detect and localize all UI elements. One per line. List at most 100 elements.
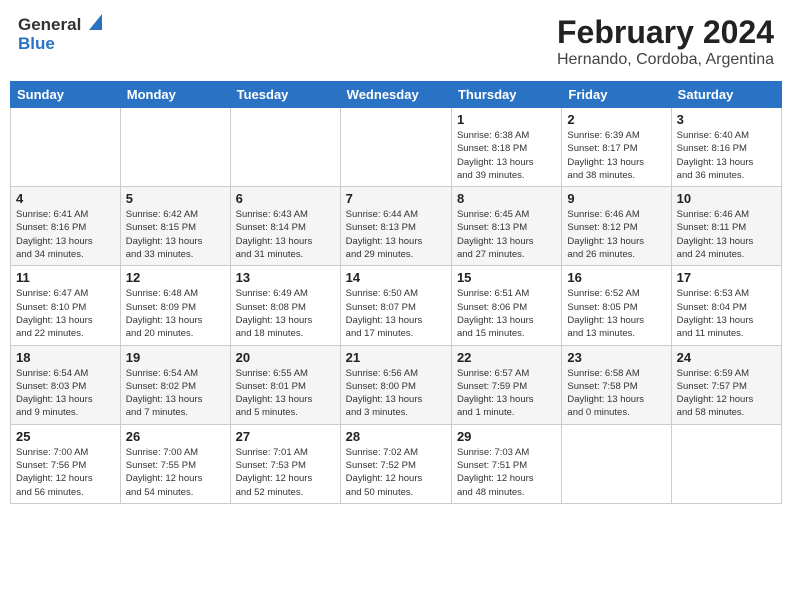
- title-area: February 2024 Hernando, Cordoba, Argenti…: [557, 14, 774, 69]
- day-info: Sunrise: 6:40 AM Sunset: 8:16 PM Dayligh…: [677, 129, 776, 182]
- calendar-cell: [562, 424, 671, 503]
- calendar-cell: 2 Sunrise: 6:39 AM Sunset: 8:17 PM Daylig…: [562, 108, 671, 187]
- calendar-cell: 11Sunrise: 6:47 AM Sunset: 8:10 PM Dayli…: [11, 266, 121, 345]
- day-number: 25: [16, 429, 115, 444]
- day-number: 13: [236, 270, 335, 285]
- day-number: 26: [126, 429, 225, 444]
- calendar-cell: 8Sunrise: 6:45 AM Sunset: 8:13 PM Daylig…: [451, 187, 561, 266]
- day-info: Sunrise: 6:41 AM Sunset: 8:16 PM Dayligh…: [16, 208, 115, 261]
- calendar-cell: 5Sunrise: 6:42 AM Sunset: 8:15 PM Daylig…: [120, 187, 230, 266]
- day-number: 24: [677, 350, 776, 365]
- day-number: 29: [457, 429, 556, 444]
- day-info: Sunrise: 7:00 AM Sunset: 7:56 PM Dayligh…: [16, 446, 115, 499]
- day-info: Sunrise: 6:59 AM Sunset: 7:57 PM Dayligh…: [677, 367, 776, 420]
- day-info: Sunrise: 7:00 AM Sunset: 7:55 PM Dayligh…: [126, 446, 225, 499]
- day-number: 7: [346, 191, 446, 206]
- day-info: Sunrise: 6:50 AM Sunset: 8:07 PM Dayligh…: [346, 287, 446, 340]
- calendar-cell: 14 Sunrise: 6:50 AM Sunset: 8:07 PM Dayli…: [340, 266, 451, 345]
- header-saturday: Saturday: [671, 82, 781, 108]
- day-number: 23: [567, 350, 665, 365]
- day-info: Sunrise: 6:38 AM Sunset: 8:18 PM Dayligh…: [457, 129, 556, 182]
- page-title: February 2024: [557, 14, 774, 51]
- calendar-cell: [11, 108, 121, 187]
- calendar-cell: 15 Sunrise: 6:51 AM Sunset: 8:06 PM Dayli…: [451, 266, 561, 345]
- calendar-table: Sunday Monday Tuesday Wednesday Thursday…: [10, 81, 782, 504]
- day-info: Sunrise: 6:54 AM Sunset: 8:02 PM Dayligh…: [126, 367, 225, 420]
- calendar-cell: 20 Sunrise: 6:55 AM Sunset: 8:01 PM Dayli…: [230, 345, 340, 424]
- day-number: 17: [677, 270, 776, 285]
- calendar-cell: 18Sunrise: 6:54 AM Sunset: 8:03 PM Dayli…: [11, 345, 121, 424]
- day-info: Sunrise: 6:44 AM Sunset: 8:13 PM Dayligh…: [346, 208, 446, 261]
- day-info: Sunrise: 6:56 AM Sunset: 8:00 PM Dayligh…: [346, 367, 446, 420]
- calendar-cell: 19 Sunrise: 6:54 AM Sunset: 8:02 PM Dayli…: [120, 345, 230, 424]
- logo-general: General: [18, 16, 81, 35]
- day-number: 18: [16, 350, 115, 365]
- page-subtitle: Hernando, Cordoba, Argentina: [557, 51, 774, 69]
- page-header: General Blue February 2024 Hernando, Cor…: [10, 10, 782, 73]
- day-number: 6: [236, 191, 335, 206]
- day-info: Sunrise: 6:42 AM Sunset: 8:15 PM Dayligh…: [126, 208, 225, 261]
- header-monday: Monday: [120, 82, 230, 108]
- day-number: 22: [457, 350, 556, 365]
- day-info: Sunrise: 6:39 AM Sunset: 8:17 PM Dayligh…: [567, 129, 665, 182]
- day-number: 14: [346, 270, 446, 285]
- calendar-cell: 26 Sunrise: 7:00 AM Sunset: 7:55 PM Dayli…: [120, 424, 230, 503]
- calendar-cell: 3 Sunrise: 6:40 AM Sunset: 8:16 PM Daylig…: [671, 108, 781, 187]
- header-sunday: Sunday: [11, 82, 121, 108]
- day-number: 9: [567, 191, 665, 206]
- day-info: Sunrise: 7:02 AM Sunset: 7:52 PM Dayligh…: [346, 446, 446, 499]
- day-number: 12: [126, 270, 225, 285]
- calendar-cell: 27Sunrise: 7:01 AM Sunset: 7:53 PM Dayli…: [230, 424, 340, 503]
- header-tuesday: Tuesday: [230, 82, 340, 108]
- calendar-body: 1 Sunrise: 6:38 AM Sunset: 8:18 PM Daylig…: [11, 108, 782, 504]
- day-number: 21: [346, 350, 446, 365]
- calendar-week-4: 18Sunrise: 6:54 AM Sunset: 8:03 PM Dayli…: [11, 345, 782, 424]
- day-number: 15: [457, 270, 556, 285]
- day-number: 1: [457, 112, 556, 127]
- day-number: 19: [126, 350, 225, 365]
- calendar-header: Sunday Monday Tuesday Wednesday Thursday…: [11, 82, 782, 108]
- day-info: Sunrise: 6:43 AM Sunset: 8:14 PM Dayligh…: [236, 208, 335, 261]
- calendar-cell: 17Sunrise: 6:53 AM Sunset: 8:04 PM Dayli…: [671, 266, 781, 345]
- day-number: 3: [677, 112, 776, 127]
- calendar-cell: 7 Sunrise: 6:44 AM Sunset: 8:13 PM Daylig…: [340, 187, 451, 266]
- calendar-cell: [230, 108, 340, 187]
- calendar-cell: 21 Sunrise: 6:56 AM Sunset: 8:00 PM Dayli…: [340, 345, 451, 424]
- logo-blue: Blue: [18, 35, 102, 54]
- header-row: Sunday Monday Tuesday Wednesday Thursday…: [11, 82, 782, 108]
- day-info: Sunrise: 6:46 AM Sunset: 8:11 PM Dayligh…: [677, 208, 776, 261]
- day-info: Sunrise: 6:51 AM Sunset: 8:06 PM Dayligh…: [457, 287, 556, 340]
- calendar-cell: 23 Sunrise: 6:58 AM Sunset: 7:58 PM Dayli…: [562, 345, 671, 424]
- calendar-week-2: 4Sunrise: 6:41 AM Sunset: 8:16 PM Daylig…: [11, 187, 782, 266]
- day-number: 2: [567, 112, 665, 127]
- logo-triangle-icon: [84, 14, 102, 37]
- calendar-cell: 22 Sunrise: 6:57 AM Sunset: 7:59 PM Dayli…: [451, 345, 561, 424]
- calendar-cell: 12 Sunrise: 6:48 AM Sunset: 8:09 PM Dayli…: [120, 266, 230, 345]
- calendar-cell: 13 Sunrise: 6:49 AM Sunset: 8:08 PM Dayli…: [230, 266, 340, 345]
- day-number: 11: [16, 270, 115, 285]
- calendar-week-5: 25 Sunrise: 7:00 AM Sunset: 7:56 PM Dayli…: [11, 424, 782, 503]
- calendar-cell: 28Sunrise: 7:02 AM Sunset: 7:52 PM Dayli…: [340, 424, 451, 503]
- header-friday: Friday: [562, 82, 671, 108]
- calendar-cell: 6 Sunrise: 6:43 AM Sunset: 8:14 PM Daylig…: [230, 187, 340, 266]
- day-number: 20: [236, 350, 335, 365]
- day-number: 16: [567, 270, 665, 285]
- day-info: Sunrise: 6:48 AM Sunset: 8:09 PM Dayligh…: [126, 287, 225, 340]
- calendar-cell: 1 Sunrise: 6:38 AM Sunset: 8:18 PM Daylig…: [451, 108, 561, 187]
- day-info: Sunrise: 6:57 AM Sunset: 7:59 PM Dayligh…: [457, 367, 556, 420]
- day-info: Sunrise: 6:46 AM Sunset: 8:12 PM Dayligh…: [567, 208, 665, 261]
- calendar-cell: 29 Sunrise: 7:03 AM Sunset: 7:51 PM Dayli…: [451, 424, 561, 503]
- header-thursday: Thursday: [451, 82, 561, 108]
- day-number: 10: [677, 191, 776, 206]
- calendar-cell: 9 Sunrise: 6:46 AM Sunset: 8:12 PM Daylig…: [562, 187, 671, 266]
- day-info: Sunrise: 6:49 AM Sunset: 8:08 PM Dayligh…: [236, 287, 335, 340]
- day-info: Sunrise: 7:01 AM Sunset: 7:53 PM Dayligh…: [236, 446, 335, 499]
- day-info: Sunrise: 7:03 AM Sunset: 7:51 PM Dayligh…: [457, 446, 556, 499]
- calendar-cell: 10 Sunrise: 6:46 AM Sunset: 8:11 PM Dayli…: [671, 187, 781, 266]
- logo: General Blue: [18, 14, 102, 53]
- day-info: Sunrise: 6:58 AM Sunset: 7:58 PM Dayligh…: [567, 367, 665, 420]
- day-info: Sunrise: 6:55 AM Sunset: 8:01 PM Dayligh…: [236, 367, 335, 420]
- day-info: Sunrise: 6:52 AM Sunset: 8:05 PM Dayligh…: [567, 287, 665, 340]
- calendar-cell: 4Sunrise: 6:41 AM Sunset: 8:16 PM Daylig…: [11, 187, 121, 266]
- calendar-cell: [340, 108, 451, 187]
